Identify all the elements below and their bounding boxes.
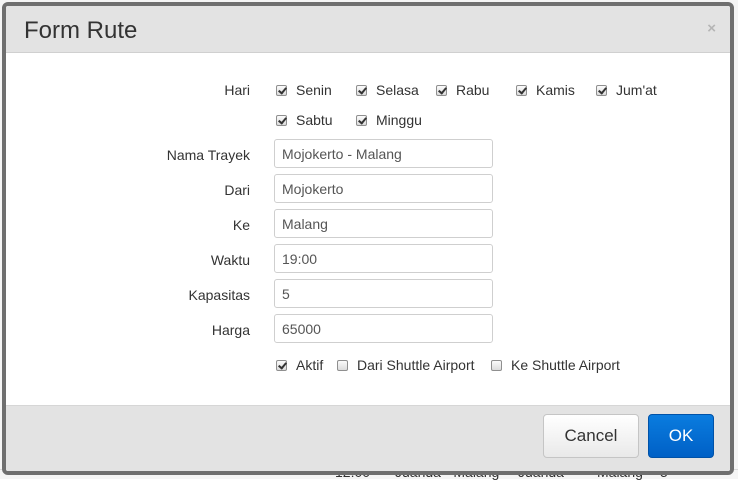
day-checkbox-senin[interactable]: Senin <box>276 82 332 98</box>
close-icon[interactable]: × <box>707 20 716 37</box>
ke-shuttle-airport-checkbox[interactable]: Ke Shuttle Airport <box>491 357 620 373</box>
kapasitas-input[interactable] <box>274 279 493 308</box>
dialog-header: Form Rute × <box>6 6 730 53</box>
day-checkbox-rabu[interactable]: Rabu <box>436 82 489 98</box>
checkbox-checked-icon[interactable] <box>596 84 607 96</box>
aktif-checkbox[interactable]: Aktif <box>276 357 323 373</box>
dari-shuttle-airport-label: Dari Shuttle Airport <box>357 357 475 373</box>
checkbox-unchecked-icon[interactable] <box>491 359 502 371</box>
aktif-label: Aktif <box>296 357 324 373</box>
day-checkbox-selasa[interactable]: Selasa <box>356 82 419 98</box>
dari-label: Dari <box>224 182 250 198</box>
ke-shuttle-airport-label: Ke Shuttle Airport <box>511 357 620 373</box>
day-label: Rabu <box>456 82 490 98</box>
dari-input[interactable] <box>274 174 493 203</box>
dari-shuttle-airport-checkbox[interactable]: Dari Shuttle Airport <box>337 357 475 373</box>
day-checkbox-kamis[interactable]: Kamis <box>516 82 575 98</box>
day-label: Jum'at <box>616 82 657 98</box>
day-checkbox-minggu[interactable]: Minggu <box>356 112 422 128</box>
waktu-label: Waktu <box>210 252 250 268</box>
cancel-button[interactable]: Cancel <box>543 414 639 458</box>
day-label: Kamis <box>536 82 575 98</box>
ke-label: Ke <box>232 217 250 233</box>
waktu-input[interactable] <box>274 244 493 273</box>
day-checkbox-sabtu[interactable]: Sabtu <box>276 112 333 128</box>
checkbox-checked-icon[interactable] <box>516 84 527 96</box>
checkbox-checked-icon[interactable] <box>356 84 367 96</box>
checkbox-checked-icon[interactable] <box>436 84 447 96</box>
ke-input[interactable] <box>274 209 493 238</box>
dialog-body: Hari Senin Selasa Rabu Kamis Jum'at Sabt… <box>6 53 730 409</box>
checkbox-checked-icon[interactable] <box>276 84 287 96</box>
checkbox-checked-icon[interactable] <box>356 114 367 126</box>
form-rute-dialog: Form Rute × Hari Senin Selasa Rabu Kamis… <box>2 2 734 475</box>
day-label: Selasa <box>376 82 419 98</box>
day-label: Minggu <box>376 112 422 128</box>
checkbox-checked-icon[interactable] <box>276 359 287 371</box>
checkbox-checked-icon[interactable] <box>276 114 287 126</box>
checkbox-unchecked-icon[interactable] <box>337 359 348 371</box>
dialog-title: Form Rute <box>24 17 138 44</box>
hari-label: Hari <box>224 82 250 98</box>
harga-label: Harga <box>211 322 250 338</box>
ok-button[interactable]: OK <box>648 414 714 458</box>
day-label: Senin <box>296 82 332 98</box>
harga-input[interactable] <box>274 314 493 343</box>
day-checkbox-jumat[interactable]: Jum'at <box>596 82 657 98</box>
day-label: Sabtu <box>296 112 333 128</box>
nama-trayek-label: Nama Trayek <box>166 147 250 163</box>
kapasitas-label: Kapasitas <box>188 287 250 303</box>
nama-trayek-input[interactable] <box>274 139 493 168</box>
dialog-footer: Cancel OK <box>6 405 730 471</box>
